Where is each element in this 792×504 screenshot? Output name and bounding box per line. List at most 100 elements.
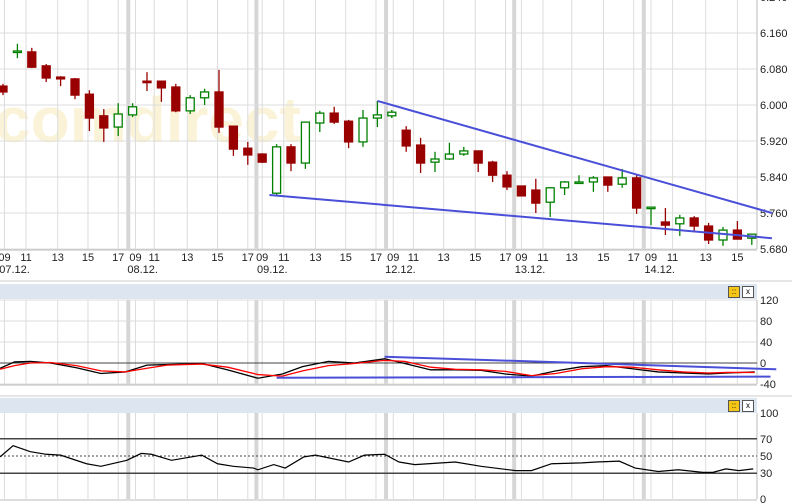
- x-hour-label: 15: [597, 252, 609, 264]
- candle-down: [343, 120, 354, 143]
- x-hour-label: 09: [129, 252, 141, 264]
- y-tick-label: 0: [760, 494, 766, 504]
- candle-up: [588, 177, 599, 183]
- x-hour-label: 15: [82, 252, 94, 264]
- x-hour-label: 11: [408, 252, 419, 264]
- candle-down: [502, 174, 512, 188]
- chart-canvas: comdirect6.2406.1606.0806.0005.9205.8405…: [0, 0, 792, 504]
- candle-down: [27, 51, 37, 68]
- y-tick-label: 5.840: [760, 172, 788, 184]
- y-tick-label: 6.080: [760, 64, 788, 76]
- x-date-label: 13.12.: [515, 264, 546, 276]
- candle-down: [171, 86, 181, 112]
- candle-down: [70, 78, 80, 96]
- x-date-label: 12.12.: [385, 264, 416, 276]
- candle-down: [228, 125, 239, 150]
- candle-down: [84, 93, 95, 119]
- candle-down: [603, 176, 613, 186]
- x-hour-label: 13: [309, 252, 321, 264]
- candle-down: [286, 146, 296, 164]
- x-hour-label: 09: [0, 252, 11, 264]
- candle-down: [660, 221, 671, 226]
- candle-up: [271, 146, 282, 194]
- y-tick-label: 6.000: [760, 100, 788, 112]
- x-hour-label: 11: [667, 252, 678, 264]
- candle-down: [401, 129, 411, 147]
- candle-up: [675, 217, 685, 225]
- x-hour-label: 09: [515, 252, 527, 264]
- indicator2-close-button[interactable]: x: [742, 400, 754, 412]
- x-hour-label: 17: [242, 252, 254, 264]
- x-hour-label: 15: [211, 252, 223, 264]
- candle-down: [329, 112, 339, 123]
- candle-down: [531, 189, 541, 204]
- indicator1-settings-button[interactable]: ::: [728, 286, 740, 298]
- indicator1-close-button[interactable]: x: [742, 286, 754, 298]
- candle-up: [372, 114, 383, 119]
- candle-up: [646, 206, 656, 210]
- candle-up: [127, 106, 138, 116]
- candle-down: [41, 65, 51, 79]
- x-hour-label: 11: [278, 252, 289, 264]
- candle-up: [300, 121, 311, 164]
- x-date-label: 09.12.: [257, 264, 288, 276]
- x-date-label: 07.12.: [0, 264, 30, 276]
- y-tick-label: 120: [760, 295, 778, 307]
- y-tick-label: 5.680: [760, 244, 788, 256]
- x-hour-label: 17: [112, 252, 124, 264]
- candle-up: [185, 97, 195, 112]
- y-tick-label: 6.160: [760, 28, 788, 40]
- x-hour-label: 13: [438, 252, 450, 264]
- x-hour-label: 17: [499, 252, 511, 264]
- candle-up: [459, 150, 469, 155]
- x-hour-label: 13: [700, 252, 712, 264]
- x-hour-label: 15: [469, 252, 481, 264]
- candle-down: [689, 217, 699, 227]
- candle-up: [113, 113, 123, 128]
- y-tick-label: 50: [760, 451, 772, 463]
- x-hour-label: 15: [340, 252, 352, 264]
- x-hour-label: 09: [256, 252, 268, 264]
- x-hour-label: 13: [181, 252, 193, 264]
- y-tick-label: 100: [760, 408, 778, 420]
- candle-up: [574, 181, 584, 185]
- y-tick-label: -40: [760, 379, 776, 391]
- candle-down: [487, 161, 498, 176]
- candle-up: [430, 158, 440, 163]
- candle-down: [156, 80, 167, 89]
- x-hour-label: 17: [370, 252, 382, 264]
- candle-down: [631, 177, 642, 209]
- x-hour-label: 17: [628, 252, 640, 264]
- y-tick-label: 80: [760, 316, 772, 328]
- candle-up: [358, 117, 368, 143]
- candle-up: [199, 91, 210, 99]
- candle-up: [545, 187, 555, 203]
- candle-down: [55, 76, 66, 80]
- x-date-label: 08.12.: [127, 264, 158, 276]
- indicator2-header: [0, 398, 757, 413]
- candle-down: [415, 144, 426, 164]
- y-tick-label: 30: [760, 468, 772, 480]
- candle-down: [0, 85, 8, 93]
- indicator1-header: [0, 284, 757, 299]
- x-hour-label: 11: [20, 252, 31, 264]
- y-tick-label: 70: [760, 434, 772, 446]
- candle-down: [99, 115, 109, 129]
- x-hour-label: 13: [52, 252, 64, 264]
- x-hour-label: 09: [387, 252, 399, 264]
- y-tick-label: 6.240: [760, 0, 788, 4]
- trendline-upper: [377, 99, 773, 214]
- y-tick-label: 5.920: [760, 136, 788, 148]
- candle-down: [243, 147, 253, 156]
- candle-down: [257, 153, 267, 163]
- indicator-trendline-lower: [276, 375, 771, 379]
- series-oscillator: [0, 444, 754, 473]
- trendline-lower: [269, 194, 773, 240]
- candle-down: [516, 185, 527, 197]
- candle-up: [12, 50, 23, 54]
- x-hour-label: 11: [537, 252, 548, 264]
- candle-up: [387, 111, 397, 117]
- x-hour-label: 15: [731, 252, 743, 264]
- indicator2-settings-button[interactable]: ::: [728, 400, 740, 412]
- x-hour-label: 09: [645, 252, 657, 264]
